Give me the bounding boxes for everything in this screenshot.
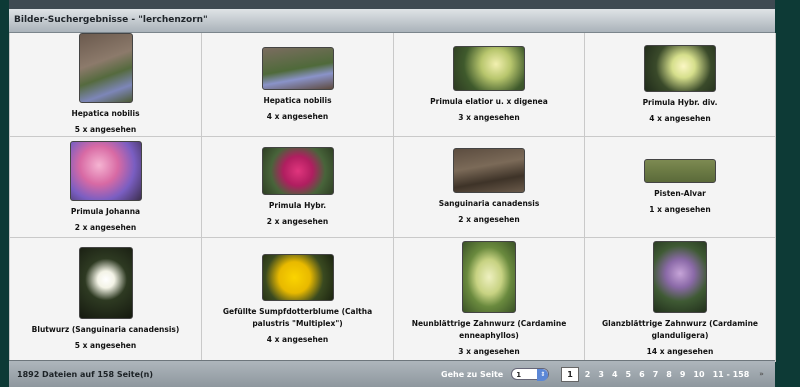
result-views: 5 x angesehen bbox=[74, 125, 137, 134]
result-views: 3 x angesehen bbox=[458, 112, 520, 122]
thumbnail-image[interactable] bbox=[69, 140, 142, 201]
page-select[interactable]: 1 ⇕ bbox=[511, 368, 550, 381]
result-item[interactable]: Blutwurz (Sanguinaria canadensis) 5 x an… bbox=[10, 238, 202, 362]
result-name[interactable]: Primula Hybr. bbox=[269, 200, 326, 212]
thumbnail-image[interactable] bbox=[644, 44, 716, 92]
result-item[interactable]: Primula Johanna 2 x angesehen bbox=[10, 137, 202, 238]
result-name[interactable]: Primula elatior u. x digenea bbox=[430, 96, 548, 108]
thumbnail-image[interactable] bbox=[261, 146, 334, 195]
result-name[interactable]: Sanguinaria canadensis bbox=[439, 198, 540, 210]
result-views: 1 x angesehen bbox=[649, 204, 711, 214]
result-item[interactable]: Primula Hybr. div. 4 x angesehen bbox=[585, 33, 776, 137]
page-link[interactable]: 2 bbox=[585, 370, 591, 379]
select-arrows-icon: ⇕ bbox=[537, 369, 549, 381]
thumbnail-image[interactable] bbox=[453, 45, 525, 91]
result-name[interactable]: Primula Hybr. div. bbox=[643, 97, 718, 109]
page-link[interactable]: 8 bbox=[666, 370, 672, 379]
result-views: 2 x angesehen bbox=[458, 215, 520, 224]
result-item[interactable]: Sanguinaria canadensis 2 x angesehen bbox=[394, 137, 585, 238]
page-link[interactable]: 6 bbox=[639, 370, 645, 379]
result-item[interactable]: Primula Hybr. 2 x angesehen bbox=[202, 137, 394, 238]
page-link[interactable]: 10 bbox=[693, 370, 704, 379]
result-name[interactable]: Pisten-Alvar bbox=[654, 188, 706, 200]
result-views: 2 x angesehen bbox=[74, 222, 137, 232]
page-link[interactable]: 5 bbox=[626, 370, 632, 379]
results-grid: Hepatica nobilis 5 x angesehen Hepatica … bbox=[9, 33, 776, 362]
page-link-range[interactable]: 11 - 158 bbox=[713, 370, 750, 379]
result-item[interactable]: Neunblättrige Zahnwurz (Cardamine enneap… bbox=[394, 238, 585, 362]
result-views: 4 x angesehen bbox=[649, 113, 711, 123]
result-name[interactable]: Neunblättrige Zahnwurz (Cardamine enneap… bbox=[398, 318, 580, 342]
result-name[interactable]: Glanzblättrige Zahnwurz (Cardamine gland… bbox=[589, 318, 771, 342]
page-title: Bilder-Suchergebnisse - "lerchenzorn" bbox=[9, 0, 775, 33]
result-views: 4 x angesehen bbox=[266, 334, 329, 344]
thumbnail-image[interactable] bbox=[462, 241, 516, 313]
result-views: 5 x angesehen bbox=[74, 341, 137, 350]
double-chevron-right-icon[interactable]: » bbox=[759, 370, 764, 378]
page-link[interactable]: 7 bbox=[653, 370, 659, 379]
page-link[interactable]: 9 bbox=[680, 370, 686, 379]
result-name[interactable]: Primula Johanna bbox=[71, 206, 140, 218]
result-name[interactable]: Gefüllte Sumpfdotterblume (Caltha palust… bbox=[206, 306, 389, 330]
thumbnail-image[interactable] bbox=[453, 148, 525, 193]
results-panel: Bilder-Suchergebnisse - "lerchenzorn" He… bbox=[9, 0, 776, 387]
page-link-current[interactable]: 1 bbox=[561, 366, 579, 382]
result-name[interactable]: Blutwurz (Sanguinaria canadensis) bbox=[32, 324, 180, 336]
thumbnail-image[interactable] bbox=[78, 247, 133, 319]
thumbnail-image[interactable] bbox=[261, 46, 334, 90]
thumbnail-image[interactable] bbox=[261, 253, 334, 301]
result-name[interactable]: Hepatica nobilis bbox=[71, 108, 139, 120]
result-name[interactable]: Hepatica nobilis bbox=[263, 95, 331, 107]
pagination-bar: 1892 Dateien auf 158 Seite(n) Gehe zu Se… bbox=[9, 360, 775, 387]
result-views: 14 x angesehen bbox=[646, 347, 714, 356]
result-views: 4 x angesehen bbox=[266, 111, 329, 121]
page-select-value: 1 bbox=[516, 371, 522, 379]
thumbnail-image[interactable] bbox=[653, 241, 707, 313]
result-item[interactable]: Primula elatior u. x digenea 3 x angeseh… bbox=[394, 33, 585, 137]
result-item[interactable]: Gefüllte Sumpfdotterblume (Caltha palust… bbox=[202, 238, 394, 362]
goto-page-label: Gehe zu Seite bbox=[441, 369, 504, 379]
result-item[interactable]: Hepatica nobilis 4 x angesehen bbox=[202, 33, 394, 137]
page-links: 1 2 3 4 5 6 7 8 9 10 11 - 158 » bbox=[561, 366, 764, 382]
page-link[interactable]: 4 bbox=[612, 370, 618, 379]
result-item[interactable]: Pisten-Alvar 1 x angesehen bbox=[585, 137, 776, 238]
thumbnail-image[interactable] bbox=[644, 158, 716, 183]
page-link[interactable]: 3 bbox=[598, 370, 604, 379]
result-views: 2 x angesehen bbox=[266, 216, 329, 226]
result-item[interactable]: Glanzblättrige Zahnwurz (Cardamine gland… bbox=[585, 238, 776, 362]
result-item[interactable]: Hepatica nobilis 5 x angesehen bbox=[10, 33, 202, 137]
result-count: 1892 Dateien auf 158 Seite(n) bbox=[17, 369, 154, 379]
result-views: 3 x angesehen bbox=[458, 347, 520, 356]
thumbnail-image[interactable] bbox=[78, 33, 133, 103]
